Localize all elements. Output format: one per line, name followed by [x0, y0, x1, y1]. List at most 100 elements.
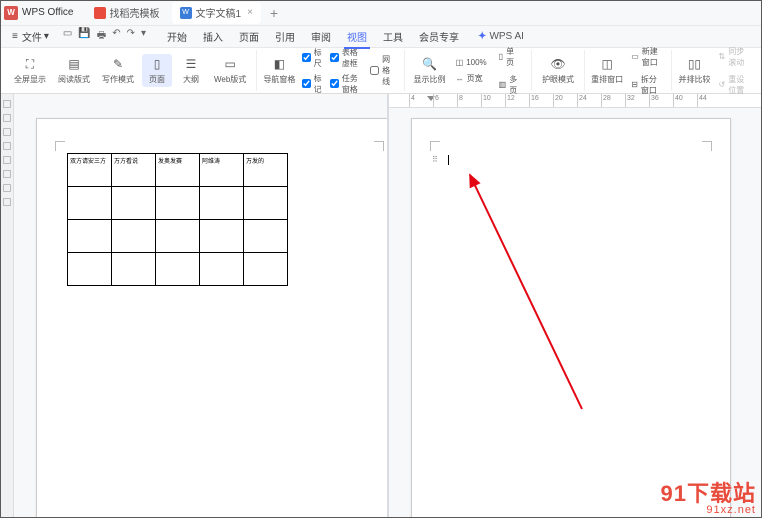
- outline-button[interactable]: ☰ 大纲: [176, 54, 206, 87]
- table-header-cell[interactable]: 万方看说: [112, 154, 156, 187]
- sync-scroll-icon: ⇅: [719, 52, 726, 61]
- file-menu-button[interactable]: ≡ 文件 ▾: [6, 27, 55, 46]
- eye-protect-button[interactable]: 👁 护眼模式: [538, 54, 578, 87]
- ruler-tick: 20: [553, 94, 563, 107]
- watermark: 91下载站 91xz.net: [661, 476, 757, 516]
- annotation-arrow-icon: [452, 169, 672, 429]
- page-width-label: 页宽: [467, 73, 483, 84]
- tab-view[interactable]: 视图: [340, 26, 374, 47]
- table-cell[interactable]: [156, 220, 200, 253]
- web-view-label: Web版式: [214, 74, 246, 85]
- single-page-label: 单页: [506, 46, 521, 68]
- grid-virtual-checkbox[interactable]: 表格虚框: [328, 46, 364, 70]
- gridlines-label: 网格线: [382, 54, 396, 87]
- page-width-button[interactable]: ↔页宽: [452, 71, 491, 86]
- gridlines-checkbox[interactable]: 网格线: [368, 53, 398, 88]
- document-page-right[interactable]: ⠿: [411, 118, 731, 518]
- table-cell[interactable]: [112, 253, 156, 286]
- table-cell[interactable]: [112, 187, 156, 220]
- nav-pane-button[interactable]: ◧ 导航窗格: [263, 54, 295, 87]
- zoom-100-button[interactable]: ◫100%: [452, 56, 491, 69]
- right-pane: 46810121620242832364044 ⠿: [389, 94, 762, 518]
- tab-start[interactable]: 开始: [160, 26, 194, 47]
- close-icon[interactable]: ×: [247, 7, 253, 18]
- qa-redo-icon[interactable]: ↷: [127, 28, 135, 45]
- wps-ai-label: WPS AI: [489, 31, 523, 42]
- table-header-cell[interactable]: 万发的: [244, 154, 288, 187]
- nav-pane-icon: ◧: [271, 56, 287, 72]
- quick-access-toolbar: ▭ 💾 🖶 ↶ ↷ ▾: [63, 28, 146, 45]
- table-header-cell[interactable]: 双方请安三方: [68, 154, 112, 187]
- table-cell[interactable]: [244, 220, 288, 253]
- table-cell[interactable]: [68, 187, 112, 220]
- table-cell[interactable]: [156, 253, 200, 286]
- web-view-icon: ▭: [222, 56, 238, 72]
- table-cell[interactable]: [200, 220, 244, 253]
- side-tool-icon[interactable]: [3, 198, 11, 206]
- qa-save-icon[interactable]: 💾: [78, 28, 90, 45]
- side-by-side-button[interactable]: ▯▯ 并排比较: [678, 54, 710, 87]
- qa-undo-icon[interactable]: ↶: [112, 28, 120, 45]
- text-cursor-icon: [448, 155, 449, 165]
- task-pane-checkbox[interactable]: 任务窗格: [328, 72, 364, 96]
- tab-member[interactable]: 会员专享: [412, 26, 466, 47]
- new-window-button[interactable]: ▭新建窗口: [627, 44, 665, 70]
- qa-open-icon[interactable]: ▭: [63, 28, 72, 45]
- horizontal-ruler[interactable]: 46810121620242832364044: [389, 94, 762, 108]
- side-tool-icon[interactable]: [3, 170, 11, 178]
- doc-tab-current[interactable]: W 文字文稿1 ×: [172, 2, 261, 24]
- doc-tab-template[interactable]: 找稻壳模板: [86, 2, 168, 24]
- side-tool-icon[interactable]: [3, 114, 11, 122]
- tab-page[interactable]: 页面: [232, 26, 266, 47]
- zoom-icon: 🔍: [422, 56, 438, 72]
- app-name: WPS Office: [22, 7, 74, 18]
- markup-checkbox[interactable]: 标记: [300, 72, 324, 96]
- fullscreen-button[interactable]: ⛶ 全屏显示: [10, 54, 50, 87]
- tab-reference[interactable]: 引用: [268, 26, 302, 47]
- table-cell[interactable]: [244, 187, 288, 220]
- outline-icon: ☰: [183, 56, 199, 72]
- tab-review[interactable]: 审阅: [304, 26, 338, 47]
- table-header-cell[interactable]: 发奥发赛: [156, 154, 200, 187]
- pct-icon: ◫: [456, 58, 464, 67]
- tab-tools[interactable]: 工具: [376, 26, 410, 47]
- paragraph-handle-icon[interactable]: ⠿: [432, 155, 438, 164]
- side-tool-icon[interactable]: [3, 156, 11, 164]
- arrange-window-button[interactable]: ◫ 重排窗口: [591, 54, 623, 87]
- side-tool-icon[interactable]: [3, 184, 11, 192]
- table-cell[interactable]: [112, 220, 156, 253]
- web-view-button[interactable]: ▭ Web版式: [210, 54, 250, 87]
- side-tool-icon[interactable]: [3, 100, 11, 108]
- arrange-window-label: 重排窗口: [591, 74, 623, 85]
- document-page-left[interactable]: 双方请安三方 万方看说 发奥发赛 阿维涛 万发的: [36, 118, 387, 518]
- side-tool-icon[interactable]: [3, 142, 11, 150]
- doc-tab-label: 文字文稿1: [196, 5, 242, 20]
- sync-scroll-button[interactable]: ⇅同步滚动: [715, 44, 752, 70]
- table-cell[interactable]: [68, 220, 112, 253]
- table-cell[interactable]: [200, 253, 244, 286]
- qa-print-icon[interactable]: 🖶: [97, 28, 106, 45]
- margin-corner-icon: [430, 141, 440, 151]
- watermark-number: 91: [661, 481, 687, 506]
- arrange-icon: ◫: [599, 56, 615, 72]
- qa-more-icon[interactable]: ▾: [141, 28, 146, 45]
- table-cell[interactable]: [156, 187, 200, 220]
- margin-corner-icon: [702, 141, 712, 151]
- table-cell[interactable]: [68, 253, 112, 286]
- wps-ai-button[interactable]: ✦ WPS AI: [478, 31, 524, 42]
- task-pane-label: 任务窗格: [342, 73, 362, 95]
- table-cell[interactable]: [244, 253, 288, 286]
- add-tab-button[interactable]: +: [265, 5, 283, 21]
- side-tool-icon[interactable]: [3, 128, 11, 136]
- table-cell[interactable]: [200, 187, 244, 220]
- document-table[interactable]: 双方请安三方 万方看说 发奥发赛 阿维涛 万发的: [67, 153, 288, 286]
- table-header-cell[interactable]: 阿维涛: [200, 154, 244, 187]
- show-ratio-button[interactable]: 🔍 显示比例: [411, 54, 447, 87]
- ruler-checkbox[interactable]: 标尺: [300, 46, 324, 70]
- read-mode-button[interactable]: ▤ 阅读版式: [54, 54, 94, 87]
- page-view-button[interactable]: ▯ 页面: [142, 54, 172, 87]
- multi-page-icon: ▥: [499, 80, 507, 89]
- write-mode-button[interactable]: ✎ 写作模式: [98, 54, 138, 87]
- single-page-button[interactable]: ▯单页: [495, 44, 525, 70]
- tab-insert[interactable]: 插入: [196, 26, 230, 47]
